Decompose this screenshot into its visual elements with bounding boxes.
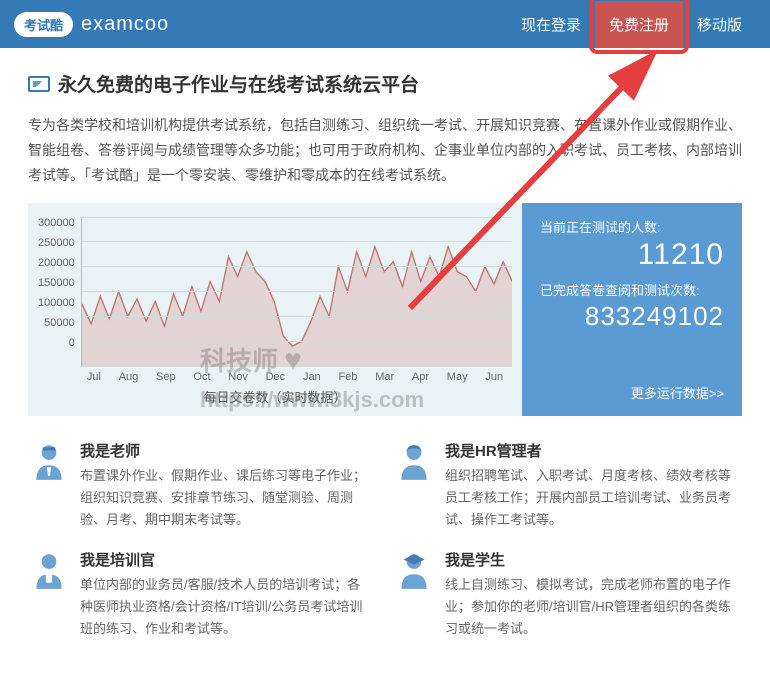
mobile-button[interactable]: 移动版 bbox=[683, 1, 756, 48]
role-desc: 单位内部的业务员/客服/技术人员的培训考试；各种医师执业资格/会计资格/IT培训… bbox=[80, 574, 373, 640]
chart-panel: 300000250000200000150000100000500000 Jul… bbox=[28, 203, 522, 416]
role-icon bbox=[393, 549, 435, 591]
register-label: 免费注册 bbox=[609, 17, 669, 34]
logo-badge: 考试酷 bbox=[14, 12, 73, 37]
top-nav: 现在登录 免费注册 移动版 bbox=[507, 1, 756, 48]
role-title: 我是学生 bbox=[445, 549, 738, 570]
chart-yaxis: 300000250000200000150000100000500000 bbox=[38, 217, 81, 367]
register-button[interactable]: 免费注册 bbox=[595, 1, 683, 48]
page-title: 永久免费的电子作业与在线考试系统云平台 bbox=[58, 70, 419, 97]
more-data-link[interactable]: 更多运行数据>> bbox=[540, 383, 724, 402]
role-icon bbox=[28, 440, 70, 482]
role-desc: 线上自测练习、模拟考试，完成老师布置的电子作业；参加你的老师/培训官/HR管理者… bbox=[445, 574, 738, 640]
testing-label: 当前正在测试的人数: bbox=[540, 217, 724, 236]
chart-caption: 每日交卷数（实时数据） bbox=[38, 387, 512, 406]
role-title: 我是老师 bbox=[80, 440, 373, 461]
role-desc: 布置课外作业、假期作业、课后练习等电子作业；组织知识竞赛、安排章节练习、随堂测验… bbox=[80, 465, 373, 531]
completed-label: 已完成答卷查阅和测试次数: bbox=[540, 280, 724, 299]
login-button[interactable]: 现在登录 bbox=[507, 1, 595, 48]
role-desc: 组织招聘笔试、入职考试、月度考核、绩效考核等员工考核工作；开展内部员工培训考试、… bbox=[445, 465, 738, 531]
role-title: 我是HR管理者 bbox=[445, 440, 738, 461]
role-card: 我是学生 线上自测练习、模拟考试，完成老师布置的电子作业；参加你的老师/培训官/… bbox=[393, 549, 738, 640]
intro-text: 专为各类学校和培训机构提供考试系统，包括自测练习、组织统一考试、开展知识竞赛、布… bbox=[28, 113, 742, 189]
roles-grid: 我是老师 布置课外作业、假期作业、课后练习等电子作业；组织知识竞赛、安排章节练习… bbox=[28, 440, 742, 659]
role-card: 我是培训官 单位内部的业务员/客服/技术人员的培训考试；各种医师执业资格/会计资… bbox=[28, 549, 373, 640]
brand-text: examcoo bbox=[81, 13, 169, 36]
role-icon bbox=[28, 549, 70, 591]
completed-value: 833249102 bbox=[540, 301, 724, 332]
role-title: 我是培训官 bbox=[80, 549, 373, 570]
role-card: 我是HR管理者 组织招聘笔试、入职考试、月度考核、绩效考核等员工考核工作；开展内… bbox=[393, 440, 738, 531]
role-icon bbox=[393, 440, 435, 482]
role-card: 我是老师 布置课外作业、假期作业、课后练习等电子作业；组织知识竞赛、安排章节练习… bbox=[28, 440, 373, 531]
chart-xaxis: JulAugSepOctNovDecJanFebMarAprMayJun bbox=[78, 371, 512, 383]
chart-plot bbox=[81, 217, 512, 367]
title-icon bbox=[28, 76, 50, 92]
stats-panel: 当前正在测试的人数: 11210 已完成答卷查阅和测试次数: 833249102… bbox=[522, 203, 742, 416]
testing-value: 11210 bbox=[540, 238, 724, 272]
